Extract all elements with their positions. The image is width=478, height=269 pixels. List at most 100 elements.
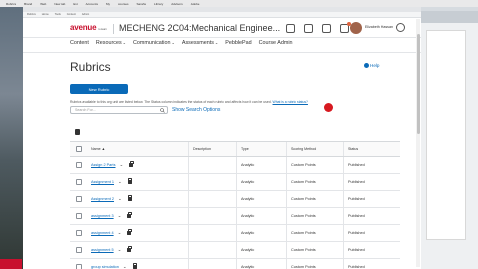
lock-icon [127, 229, 132, 235]
menu-item-pebblepad[interactable]: PebblePad [225, 40, 251, 46]
grid-icon[interactable] [286, 24, 295, 33]
scrollbar-thumb[interactable] [416, 34, 420, 134]
row-checkbox[interactable] [76, 230, 82, 236]
bookmark-item[interactable]: Library [154, 2, 163, 6]
table-row: Assignment 2 ⌄ Analytic Custom Points Publis… [70, 191, 400, 208]
chat-icon[interactable] [322, 24, 331, 33]
menu-item-resources[interactable]: Resources⌄ [96, 40, 126, 46]
nav-item[interactable]: Content [67, 13, 76, 16]
col-name[interactable]: Name ▲ [88, 147, 188, 151]
menu-item-label: Content [70, 40, 89, 46]
rubric-name-link[interactable]: assignment 3 [91, 214, 114, 218]
bookmark-item[interactable]: Sarahs [137, 2, 147, 6]
bookmark-item[interactable]: Advisors [171, 2, 183, 6]
nav-item[interactable]: Home [42, 13, 49, 16]
avatar[interactable] [350, 22, 362, 34]
search-icon[interactable] [159, 108, 166, 113]
chevron-down-icon[interactable]: ⌄ [118, 196, 122, 202]
menu-item-label: Communication [133, 40, 171, 46]
bookmark-item[interactable]: Rubrics [6, 2, 16, 6]
cell-scoring: Custom Points [286, 208, 343, 224]
gear-icon[interactable] [396, 23, 405, 32]
bookmark-item[interactable]: My [106, 2, 110, 6]
course-menu: Content Resources⌄ Communication⌄ Assessmen… [70, 40, 293, 46]
bookmark-item[interactable]: Brand [24, 2, 32, 6]
cell-description [188, 242, 236, 258]
rubric-name-link[interactable]: assignment 5 [91, 248, 114, 252]
nav-item[interactable]: Rubrics [27, 13, 36, 16]
cell-scoring: Custom Points [286, 242, 343, 258]
new-rubric-button[interactable]: New Rubric [70, 84, 128, 94]
cell-type: Analytic [236, 259, 286, 269]
menu-item-course-admin[interactable]: Course Admin [259, 40, 293, 46]
menu-divider [23, 52, 421, 53]
chevron-down-icon[interactable]: ⌄ [119, 162, 123, 168]
cell-type: Analytic [236, 225, 286, 241]
bookmarks-bar: Rubrics Brand Web New tab Ext Accounts My cours… [0, 0, 478, 7]
mail-icon[interactable] [304, 24, 313, 33]
logo-sub: to learn [98, 27, 107, 31]
cell-status: Published [343, 259, 400, 269]
chevron-down-icon[interactable]: ⌄ [118, 247, 122, 253]
username[interactable]: Elizabeth Hassan [365, 25, 393, 29]
rubric-status-link[interactable]: What is a rubric status? [273, 100, 308, 104]
cell-status: Published [343, 191, 400, 207]
cell-scoring: Custom Points [286, 157, 343, 173]
avenue-logo[interactable]: avenue to learn [70, 23, 107, 32]
row-checkbox[interactable] [76, 179, 82, 185]
show-search-options-link[interactable]: Show Search Options [172, 107, 220, 113]
bookmark-item[interactable]: Adobe [191, 2, 200, 6]
menu-item-assessments[interactable]: Assessments⌄ [182, 40, 218, 46]
lock-icon [127, 212, 132, 218]
bookmark-item[interactable]: Accounts [86, 2, 98, 6]
bell-icon[interactable] [340, 22, 351, 33]
menu-item-communication[interactable]: Communication⌄ [133, 40, 175, 46]
taskbar-app-icon[interactable] [0, 259, 22, 269]
chevron-down-icon[interactable]: ⌄ [118, 213, 122, 219]
lock-icon [127, 195, 133, 201]
cell-description [188, 157, 236, 173]
rubric-name-link[interactable]: Assignment 1 [91, 180, 114, 184]
search-input[interactable]: Search For... [70, 106, 168, 114]
rubric-name-link[interactable]: assignment 4 [91, 231, 114, 235]
cell-description [188, 225, 236, 241]
rubric-name-link[interactable]: Assign 2 Parts [91, 163, 115, 167]
cell-type: Analytic [236, 174, 286, 190]
cell-type: Analytic [236, 157, 286, 173]
bookmark-item[interactable]: courses [118, 2, 129, 6]
nav-item[interactable]: Admin [82, 13, 89, 16]
row-checkbox[interactable] [76, 196, 82, 202]
header-icons [286, 22, 351, 33]
rubric-name-link[interactable]: Assignment 2 [91, 197, 114, 201]
bookmark-item[interactable]: New tab [54, 2, 65, 6]
chevron-down-icon: ⌄ [171, 40, 175, 45]
logo-brand: avenue [70, 23, 97, 32]
row-checkbox[interactable] [76, 264, 82, 269]
bookmark-item[interactable]: Web [40, 2, 46, 6]
row-checkbox[interactable] [76, 213, 82, 219]
cell-description [188, 191, 236, 207]
trash-icon[interactable] [75, 129, 80, 135]
help-link[interactable]: Help [364, 63, 380, 69]
chevron-down-icon: ⌄ [122, 40, 127, 45]
rubric-name-link[interactable]: group simulation [91, 265, 119, 269]
cell-status: Published [343, 157, 400, 173]
bookmark-item[interactable]: Ext [73, 2, 77, 6]
col-type: Type [236, 142, 286, 156]
lock-icon [129, 161, 134, 167]
nav-item[interactable]: Tools [55, 13, 61, 16]
menu-item-content[interactable]: Content [70, 40, 89, 46]
search-placeholder: Search For... [75, 108, 96, 112]
header-divider [113, 24, 114, 34]
select-all-checkbox[interactable] [76, 146, 82, 152]
chevron-down-icon[interactable]: ⌄ [118, 230, 122, 236]
row-checkbox[interactable] [76, 247, 82, 253]
chevron-down-icon[interactable]: ⌄ [118, 179, 122, 185]
scrollbar[interactable] [416, 19, 420, 267]
help-label: Help [370, 63, 380, 68]
cell-scoring: Custom Points [286, 225, 343, 241]
course-title[interactable]: MECHENG 2C04:Mechanical Enginee... [119, 23, 280, 33]
cell-status: Published [343, 242, 400, 258]
row-checkbox[interactable] [76, 162, 82, 168]
chevron-down-icon[interactable]: ⌄ [123, 264, 127, 269]
